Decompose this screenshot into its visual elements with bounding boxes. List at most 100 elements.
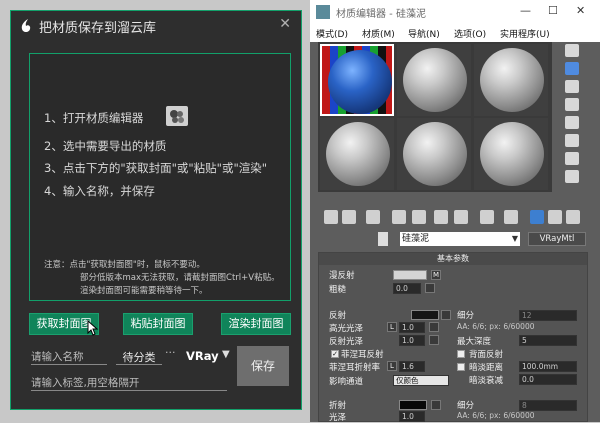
material-id-channel-icon[interactable] <box>480 210 494 224</box>
video-color-check-icon[interactable] <box>565 116 579 129</box>
show-end-result-icon[interactable] <box>530 210 544 224</box>
subdivs-field[interactable]: 12 <box>519 310 577 321</box>
background-icon[interactable] <box>565 80 579 93</box>
reflect-map-button[interactable] <box>441 310 451 320</box>
menu-navigation[interactable]: 导航(N) <box>408 27 440 40</box>
refract-subdivs-label: 细分 <box>457 401 475 411</box>
hilight-gloss-map-button[interactable] <box>429 322 439 332</box>
render-cover-button[interactable]: 渲染封面图 <box>221 313 291 335</box>
material-preview-sphere <box>403 122 467 186</box>
hilight-gloss-field[interactable]: 1.0 <box>399 322 425 333</box>
material-name-value: 硅藻泥 <box>402 234 430 244</box>
material-name-field[interactable]: 硅藻泥 ▼ <box>400 232 520 246</box>
subdivs-label: 细分 <box>457 311 475 321</box>
chevron-down-icon[interactable]: ▼ <box>222 349 230 360</box>
menubar: 模式(D) 材质(M) 导航(N) 选项(O) 实用程序(U) <box>310 24 600 42</box>
refract-subdivs-field[interactable]: 8 <box>519 400 577 411</box>
dim-falloff-field[interactable]: 0.0 <box>519 374 577 385</box>
select-by-material-icon[interactable] <box>565 170 579 183</box>
save-button[interactable]: 保存 <box>237 346 289 386</box>
diffuse-map-button[interactable]: M <box>431 270 441 280</box>
material-slot[interactable] <box>397 44 471 116</box>
options-icon[interactable] <box>565 152 579 165</box>
material-editor-icon[interactable] <box>166 106 188 126</box>
note-line-3: 渲染封面图可能需要稍等待一下。 <box>80 286 208 296</box>
dialog-titlebar: 把材质保存到溜云库 ✕ <box>11 11 301 41</box>
material-slot[interactable] <box>397 118 471 190</box>
fresnel-checkbox[interactable]: ✓ <box>331 350 339 358</box>
renderer-select[interactable]: VRay <box>186 349 219 363</box>
affect-channels-select[interactable]: 仅颜色 <box>393 375 449 386</box>
step-2: 2、选中需要导出的材质 <box>44 139 167 153</box>
refl-gloss-label: 反射光泽 <box>329 337 364 347</box>
name-input[interactable]: 请输入名称 <box>31 349 107 365</box>
reset-material-icon[interactable] <box>392 210 406 224</box>
get-material-icon[interactable] <box>324 210 338 224</box>
make-unique-icon[interactable] <box>434 210 448 224</box>
material-slot[interactable] <box>320 118 394 190</box>
sample-type-icon[interactable] <box>565 44 579 57</box>
roughness-label: 粗糙 <box>329 285 347 295</box>
roughness-map-button[interactable] <box>425 283 435 293</box>
close-icon[interactable]: ✕ <box>279 16 291 32</box>
menu-utilities[interactable]: 实用程序(U) <box>500 27 550 40</box>
fresnel-ior-lock[interactable]: L <box>387 361 397 371</box>
material-slot-selected[interactable] <box>320 44 394 116</box>
paste-cover-button[interactable]: 粘贴封面图 <box>123 313 193 335</box>
material-slot[interactable] <box>474 118 548 190</box>
refract-label: 折射 <box>329 401 347 411</box>
put-to-scene-icon[interactable] <box>342 210 356 224</box>
fresnel-ior-field[interactable]: 1.6 <box>399 361 425 372</box>
dim-distance-field[interactable]: 100.0mm <box>519 361 577 372</box>
make-preview-icon[interactable] <box>565 134 579 147</box>
material-slot[interactable] <box>474 44 548 116</box>
diffuse-color-swatch[interactable] <box>393 270 427 280</box>
aa-info: AA: 6/6; px: 6/60000 <box>457 322 535 331</box>
put-to-library-icon[interactable] <box>454 210 468 224</box>
menu-material[interactable]: 材质(M) <box>362 27 395 40</box>
close-icon[interactable]: ✕ <box>576 4 585 17</box>
maximize-icon[interactable]: ☐ <box>548 4 558 17</box>
material-name-row: 硅藻泥 ▼ VRayMtl <box>318 230 588 248</box>
rollout-header[interactable]: 基本参数 <box>319 253 587 265</box>
eyedropper-icon[interactable] <box>378 232 388 246</box>
side-toolbar <box>562 42 582 192</box>
dim-distance-checkbox[interactable] <box>457 363 465 371</box>
gloss-field[interactable]: 1.0 <box>399 411 425 422</box>
chevron-down-icon[interactable]: ▼ <box>512 232 518 246</box>
assign-to-selection-icon[interactable] <box>366 210 380 224</box>
save-material-dialog: 把材质保存到溜云库 ✕ 1、打开材质编辑器 2、选中需要导出的材质 3、点击下方… <box>10 10 302 410</box>
material-preview-sphere <box>480 122 544 186</box>
tags-input[interactable]: 请输入标签,用空格隔开 <box>31 375 227 391</box>
note-line-1: 注意：点击"获取封面图"时，鼠标不要动。 <box>44 260 205 270</box>
menu-mode[interactable]: 模式(D) <box>316 27 348 40</box>
category-more-button[interactable]: ··· <box>165 346 176 359</box>
max-depth-field[interactable]: 5 <box>519 335 577 346</box>
lock-button[interactable]: L <box>387 322 397 332</box>
material-preview-sphere <box>326 122 390 186</box>
roughness-field[interactable]: 0.0 <box>393 283 421 294</box>
material-editor-titlebar: 材质编辑器 - 硅藻泥 — ☐ ✕ <box>310 0 600 24</box>
material-editor-window: 材质编辑器 - 硅藻泥 — ☐ ✕ 模式(D) 材质(M) 导航(N) 选项(O… <box>310 0 600 423</box>
mouse-cursor-icon <box>87 320 99 336</box>
reflect-color-swatch[interactable] <box>411 310 439 320</box>
dim-falloff-label: 暗淡衰减 <box>469 376 504 386</box>
back-reflect-checkbox[interactable] <box>457 350 465 358</box>
refract-color-swatch[interactable] <box>399 400 427 410</box>
step-3: 3、点击下方的"获取封面"或"粘贴"或"渲染" <box>44 161 268 175</box>
back-reflect-label: 背面反射 <box>469 350 504 360</box>
show-shaded-material-icon[interactable] <box>504 210 518 224</box>
minimize-icon[interactable]: — <box>520 4 531 17</box>
step-4: 4、输入名称，并保存 <box>44 184 155 198</box>
make-copy-icon[interactable] <box>412 210 426 224</box>
go-forward-sibling-icon[interactable] <box>566 210 580 224</box>
refract-map-button[interactable] <box>431 400 441 410</box>
category-select[interactable]: 待分类 <box>116 349 162 365</box>
refl-gloss-field[interactable]: 1.0 <box>399 335 425 346</box>
material-type-button[interactable]: VRayMtl <box>528 232 586 246</box>
uv-tiling-icon[interactable] <box>565 98 579 111</box>
backlight-icon[interactable] <box>565 62 579 75</box>
menu-options[interactable]: 选项(O) <box>454 27 486 40</box>
refl-gloss-map-button[interactable] <box>429 335 439 345</box>
go-to-parent-icon[interactable] <box>548 210 562 224</box>
